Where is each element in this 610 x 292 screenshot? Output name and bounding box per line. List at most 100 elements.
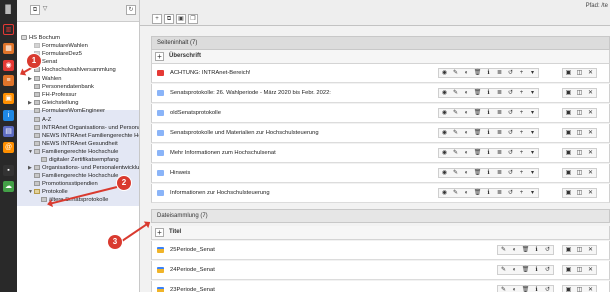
content-row-title[interactable]: Senatsprotokolle: 26. Wahlperiode - März… (170, 84, 331, 102)
add-icon[interactable]: + (516, 149, 527, 157)
tree-node[interactable]: ▶ Wahlen (28, 75, 61, 83)
history-icon[interactable]: ↺ (505, 89, 516, 97)
cut-icon[interactable]: ✕ (585, 266, 596, 274)
copy-icon[interactable]: ◫ (574, 109, 585, 117)
copy-icon[interactable]: ◫ (574, 129, 585, 137)
cut-icon[interactable]: ✕ (585, 69, 596, 77)
toggle-icon[interactable]: ◐ (461, 89, 472, 97)
file-row[interactable]: 24Periode_Senat ✎ ◐ 🗑 ℹ ↺ ▣ ◫ ✕ (151, 261, 610, 280)
toggle-icon[interactable]: ◐ (461, 189, 472, 197)
toggle-icon[interactable]: ◐ (509, 246, 520, 254)
more-icon[interactable]: ▾ (527, 149, 538, 157)
delete-icon[interactable]: 🗑 (472, 89, 483, 97)
content-row[interactable]: Informationen zur Hochschulsteuerung ◉ ✎ ◐ 🗑… (151, 184, 610, 203)
more-icon[interactable]: ▾ (527, 109, 538, 117)
list-icon[interactable]: ≡ (3, 75, 14, 86)
paste-icon[interactable]: ▣ (563, 109, 574, 117)
delete-icon[interactable]: 🗑 (472, 129, 483, 137)
paste-icon[interactable]: ▣ (563, 169, 574, 177)
email-icon[interactable]: @ (3, 142, 14, 153)
history-icon[interactable]: ↺ (542, 246, 553, 254)
tree-expand-icon[interactable]: ▼ (28, 148, 33, 156)
tree-expand-icon[interactable]: ▶ (28, 99, 32, 107)
info-icon[interactable]: ℹ (531, 246, 542, 254)
module-toggle-icon[interactable]: ▉ (3, 4, 14, 15)
paste-icon[interactable]: ▣ (563, 286, 574, 292)
info-icon[interactable]: ℹ (483, 149, 494, 157)
cut-icon[interactable]: ✕ (585, 246, 596, 254)
history-icon[interactable]: ↺ (542, 286, 553, 292)
info-icon[interactable]: ℹ (483, 89, 494, 97)
file-row[interactable]: 23Periode_Senat ✎ ◐ 🗑 ℹ ↺ ▣ ◫ ✕ (151, 281, 610, 292)
edit-icon[interactable]: ✎ (498, 286, 509, 292)
edit-icon[interactable]: ✎ (450, 189, 461, 197)
new-content-icon[interactable]: + (152, 14, 162, 24)
copy-icon[interactable]: ◫ (574, 266, 585, 274)
content-row-title[interactable]: ACHTUNG: INTRAnet-Bereich! (170, 64, 251, 82)
content-row[interactable]: oldSenatsprotokolle ◉ ✎ ◐ 🗑 ℹ ≣ ↺ + ▾ ▣ ◫ ✕ (151, 104, 610, 123)
list-icon[interactable]: ≣ (494, 69, 505, 77)
content-row[interactable]: Senatsprotokolle und Materialien zur Hoc… (151, 124, 610, 143)
tree-node[interactable]: FormulareDez5 (34, 50, 82, 58)
copy-icon[interactable]: ◫ (574, 246, 585, 254)
add-icon[interactable]: + (516, 89, 527, 97)
paste-icon[interactable]: ▣ (563, 266, 574, 274)
copy-icon[interactable]: ◫ (574, 69, 585, 77)
info-icon[interactable]: ℹ (483, 169, 494, 177)
toggle-icon[interactable]: ◐ (461, 69, 472, 77)
tree-expand-icon[interactable]: ▼ (28, 188, 33, 196)
history-icon[interactable]: ↺ (505, 109, 516, 117)
more-icon[interactable]: ▾ (527, 89, 538, 97)
cut-icon[interactable]: ✕ (585, 149, 596, 157)
tree-node[interactable]: FH-Professur (34, 91, 76, 99)
view-icon[interactable]: ◉ (439, 69, 450, 77)
tree-node[interactable]: ▶ Gleichstellung (28, 99, 78, 107)
add-icon[interactable]: + (516, 129, 527, 137)
delete-icon[interactable]: 🗑 (472, 109, 483, 117)
view-icon[interactable]: ◉ (439, 89, 450, 97)
toggle-icon[interactable]: ◐ (461, 169, 472, 177)
new-page-icon[interactable]: ⧉ (164, 14, 174, 24)
content-row[interactable]: Hinweis ◉ ✎ ◐ 🗑 ℹ ≣ ↺ + ▾ ▣ ◫ ✕ (151, 164, 610, 183)
view-icon[interactable]: ◉ (3, 60, 14, 71)
toggle-icon[interactable]: ◐ (461, 149, 472, 157)
refresh-icon[interactable]: ↻ (126, 5, 136, 15)
paste-icon[interactable]: ▣ (563, 69, 574, 77)
add-icon[interactable]: + (516, 69, 527, 77)
cut-icon[interactable]: ✕ (585, 89, 596, 97)
cloud-icon[interactable]: ☁ (3, 181, 14, 192)
info-icon[interactable]: ℹ (531, 266, 542, 274)
copy-icon[interactable]: ◫ (574, 169, 585, 177)
new-page-icon[interactable]: ⧉ (30, 5, 40, 15)
file-section-header[interactable]: Dateisammlung (7) (151, 209, 610, 223)
content-row-title[interactable]: Senatsprotokolle und Materialien zur Hoc… (170, 124, 319, 142)
more-icon[interactable]: ▾ (527, 169, 538, 177)
content-section-header[interactable]: Seiteninhalt (7) (151, 36, 610, 50)
info-icon[interactable]: ℹ (483, 129, 494, 137)
toggle-icon[interactable]: ◐ (461, 109, 472, 117)
list-icon[interactable]: ≣ (494, 109, 505, 117)
file-row-title[interactable]: 23Periode_Senat (170, 281, 215, 292)
copy-icon[interactable]: ◫ (574, 89, 585, 97)
tree-node[interactable]: Promotionsstipendien (34, 180, 98, 188)
content-row-title[interactable]: Hinweis (170, 164, 190, 182)
paste-icon[interactable]: ▣ (563, 246, 574, 254)
paste-icon[interactable]: ▣ (563, 149, 574, 157)
filelist-icon[interactable]: ▤ (3, 126, 14, 137)
delete-icon[interactable]: 🗑 (472, 169, 483, 177)
view-icon[interactable]: ◉ (439, 189, 450, 197)
info-icon[interactable]: ℹ (483, 109, 494, 117)
view-icon[interactable]: ◉ (439, 109, 450, 117)
content-row-title[interactable]: Mehr Informationen zum Hochschulsenat (170, 144, 276, 162)
tree-node[interactable]: HS Bochum (21, 34, 60, 42)
paste-icon[interactable]: ▣ (563, 89, 574, 97)
more-icon[interactable]: ▾ (527, 189, 538, 197)
list-icon[interactable]: ≣ (494, 189, 505, 197)
cut-icon[interactable]: ✕ (585, 129, 596, 137)
file-row[interactable]: 25Periode_Senat ✎ ◐ 🗑 ℹ ↺ ▣ ◫ ✕ (151, 241, 610, 260)
edit-icon[interactable]: ✎ (450, 109, 461, 117)
add-icon[interactable]: + (516, 169, 527, 177)
tree-node[interactable]: ▶ Organisations- und Personalentwicklu (28, 164, 139, 172)
content-row[interactable]: Senatsprotokolle: 26. Wahlperiode - März… (151, 84, 610, 103)
delete-icon[interactable]: 🗑 (520, 246, 531, 254)
